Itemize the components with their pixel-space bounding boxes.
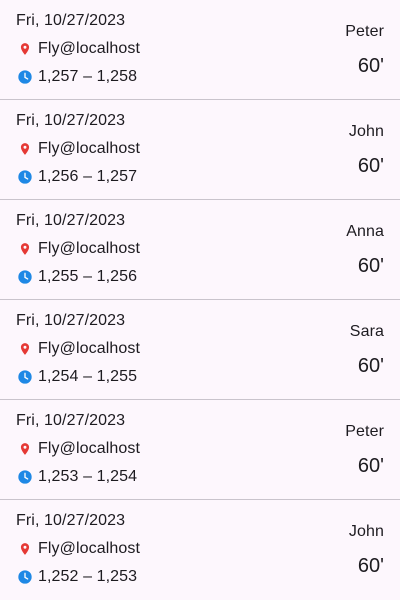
entry-duration: 60' bbox=[357, 355, 384, 377]
entry-location: Fly@localhost bbox=[16, 239, 140, 259]
clock-icon bbox=[16, 68, 34, 86]
entry-location: Fly@localhost bbox=[16, 139, 140, 159]
entry-date: Fri, 10/27/2023 bbox=[16, 112, 126, 129]
list-item[interactable]: Fri, 10/27/2023 Fly@localhost 1,255 – 1,… bbox=[0, 200, 400, 300]
entry-time: 1,252 – 1,253 bbox=[16, 567, 137, 587]
entry-location-text: Fly@localhost bbox=[38, 240, 141, 257]
entry-date: Fri, 10/27/2023 bbox=[16, 312, 126, 329]
clock-icon bbox=[16, 168, 34, 186]
entry-list: Fri, 10/27/2023 Fly@localhost 1,257 – 1,… bbox=[0, 0, 400, 600]
entry-range-text: 1,256 – 1,257 bbox=[38, 168, 138, 185]
list-item[interactable]: Fri, 10/27/2023 Fly@localhost 1,254 – 1,… bbox=[0, 300, 400, 400]
location-pin-icon bbox=[16, 440, 34, 458]
entry-time: 1,254 – 1,255 bbox=[16, 367, 137, 387]
entry-person: Sara bbox=[349, 323, 384, 340]
entry-location-text: Fly@localhost bbox=[38, 140, 141, 157]
entry-location: Fly@localhost bbox=[16, 339, 140, 359]
entry-person: Peter bbox=[345, 23, 384, 40]
list-item[interactable]: Fri, 10/27/2023 Fly@localhost 1,252 – 1,… bbox=[0, 500, 400, 600]
entry-time: 1,257 – 1,258 bbox=[16, 67, 137, 87]
entry-location-text: Fly@localhost bbox=[38, 40, 141, 57]
entry-location: Fly@localhost bbox=[16, 439, 140, 459]
entry-duration: 60' bbox=[357, 455, 384, 477]
entry-location-text: Fly@localhost bbox=[38, 540, 141, 557]
list-item[interactable]: Fri, 10/27/2023 Fly@localhost 1,256 – 1,… bbox=[0, 100, 400, 200]
entry-person: Anna bbox=[346, 223, 384, 240]
location-pin-icon bbox=[16, 340, 34, 358]
entry-duration: 60' bbox=[357, 255, 384, 277]
entry-person: Peter bbox=[345, 423, 384, 440]
entry-location: Fly@localhost bbox=[16, 539, 140, 559]
entry-date: Fri, 10/27/2023 bbox=[16, 412, 126, 429]
entry-time: 1,253 – 1,254 bbox=[16, 467, 137, 487]
entry-range-text: 1,257 – 1,258 bbox=[38, 68, 138, 85]
entry-location-text: Fly@localhost bbox=[38, 340, 141, 357]
list-item[interactable]: Fri, 10/27/2023 Fly@localhost 1,257 – 1,… bbox=[0, 0, 400, 100]
entry-range-text: 1,254 – 1,255 bbox=[38, 368, 138, 385]
entry-date: Fri, 10/27/2023 bbox=[16, 12, 126, 29]
clock-icon bbox=[16, 468, 34, 486]
entry-person: John bbox=[348, 123, 384, 140]
list-item[interactable]: Fri, 10/27/2023 Fly@localhost 1,253 – 1,… bbox=[0, 400, 400, 500]
entry-person: John bbox=[348, 523, 384, 540]
entry-date: Fri, 10/27/2023 bbox=[16, 212, 126, 229]
entry-duration: 60' bbox=[357, 555, 384, 577]
location-pin-icon bbox=[16, 240, 34, 258]
entry-duration: 60' bbox=[357, 155, 384, 177]
location-pin-icon bbox=[16, 540, 34, 558]
entry-time: 1,255 – 1,256 bbox=[16, 267, 137, 287]
location-pin-icon bbox=[16, 140, 34, 158]
clock-icon bbox=[16, 568, 34, 586]
entry-range-text: 1,253 – 1,254 bbox=[38, 468, 138, 485]
entry-date: Fri, 10/27/2023 bbox=[16, 512, 126, 529]
location-pin-icon bbox=[16, 40, 34, 58]
entry-location-text: Fly@localhost bbox=[38, 440, 141, 457]
clock-icon bbox=[16, 268, 34, 286]
entry-time: 1,256 – 1,257 bbox=[16, 167, 137, 187]
entry-duration: 60' bbox=[357, 55, 384, 77]
entry-range-text: 1,255 – 1,256 bbox=[38, 268, 138, 285]
entry-range-text: 1,252 – 1,253 bbox=[38, 568, 138, 585]
clock-icon bbox=[16, 368, 34, 386]
entry-location: Fly@localhost bbox=[16, 39, 140, 59]
